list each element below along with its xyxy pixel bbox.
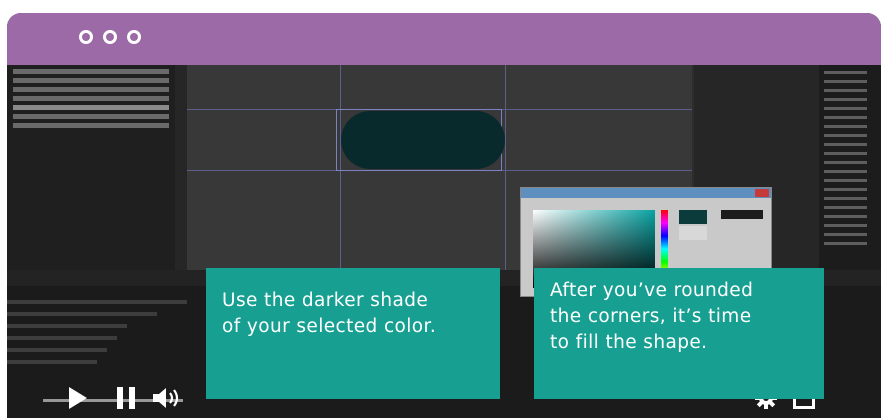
caption-right-line-2: the corners, it’s time (550, 306, 752, 327)
caption-right: After you’ve rounded the corners, it’s t… (534, 268, 824, 399)
new-color-swatch (679, 210, 707, 224)
project-panel (7, 65, 175, 270)
caption-left-line-1: Use the darker shade (222, 290, 429, 311)
caption-right-line-1: After you’ve rounded (550, 280, 754, 301)
caption-left: Use the darker shade of your selected co… (206, 268, 500, 399)
volume-icon[interactable] (151, 386, 185, 410)
window-dot-2[interactable] (103, 30, 117, 44)
caption-left-line-2: of your selected color. (222, 316, 437, 337)
video-player-frame: Use the darker shade of your selected co… (7, 13, 881, 418)
ok-button[interactable] (721, 210, 763, 219)
window-titlebar (7, 13, 881, 65)
old-color-swatch (679, 226, 707, 240)
rounded-rectangle-shape (341, 111, 505, 169)
pause-icon[interactable] (117, 387, 135, 409)
window-dot-1[interactable] (79, 30, 93, 44)
panel-divider (175, 65, 187, 270)
window-dot-3[interactable] (127, 30, 141, 44)
dialog-close-icon[interactable] (755, 189, 769, 197)
dialog-titlebar (521, 188, 771, 198)
caption-right-line-3: to fill the shape. (550, 332, 708, 353)
play-icon[interactable] (69, 387, 87, 409)
effects-panel (819, 65, 881, 270)
